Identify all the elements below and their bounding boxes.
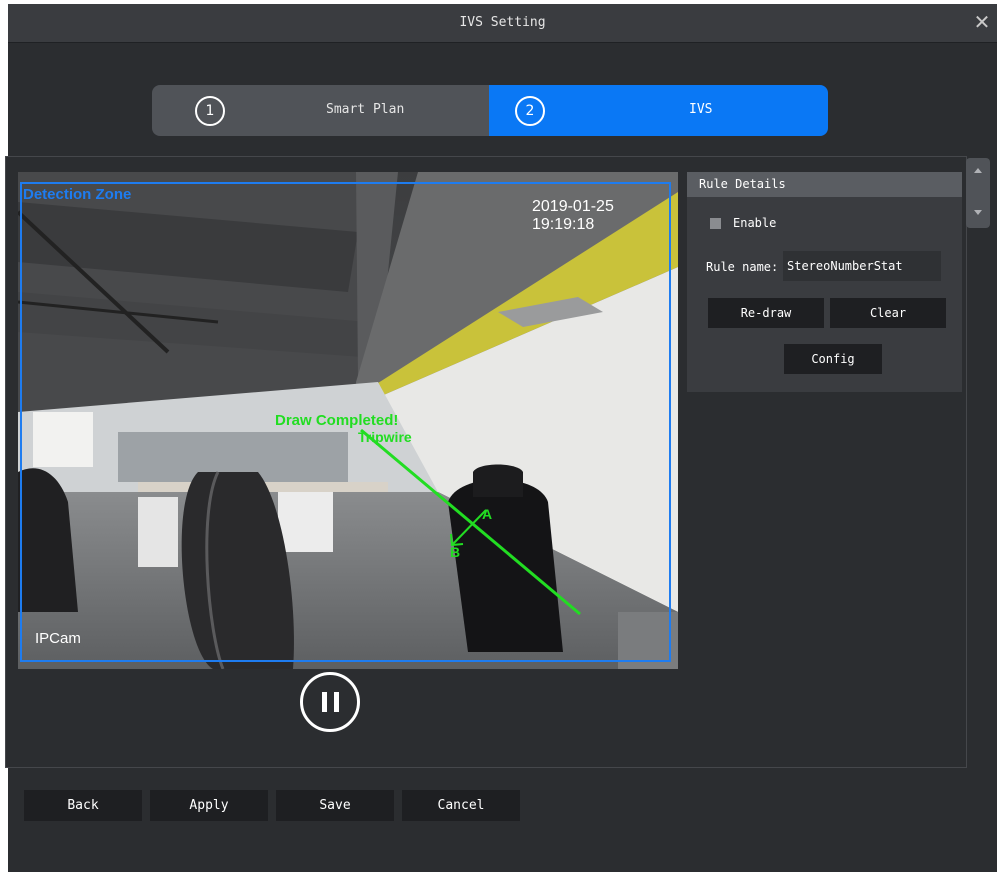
direction-arrow: [451, 509, 487, 546]
pause-icon: [322, 692, 327, 712]
scroll-down-icon[interactable]: [974, 210, 982, 215]
rule-name-label: Rule name:: [706, 260, 779, 274]
detection-zone-label: Detection Zone: [23, 186, 132, 203]
step-smart-plan[interactable]: 1 Smart Plan: [152, 85, 489, 136]
camera-name-label: IPCam: [35, 630, 81, 647]
title-bar: IVS Setting ✕: [8, 4, 997, 43]
clear-button[interactable]: Clear: [830, 298, 946, 328]
save-button[interactable]: Save: [276, 790, 394, 821]
step-label-smart-plan: Smart Plan: [326, 102, 405, 117]
step-number-2: 2: [515, 96, 545, 126]
rule-name-input[interactable]: StereoNumberStat: [783, 251, 941, 281]
rule-details-panel: Rule Details Enable Rule name: StereoNum…: [687, 172, 962, 392]
cancel-button[interactable]: Cancel: [402, 790, 520, 821]
scrollbar[interactable]: [966, 158, 990, 228]
step-ivs[interactable]: 2 IVS: [489, 85, 828, 136]
tripwire-line[interactable]: [360, 428, 581, 616]
dialog-title: IVS Setting: [459, 15, 546, 30]
tripwire-label: Tripwire: [358, 429, 412, 445]
video-preview[interactable]: Detection Zone 2019-01-25 19:19:18 Draw …: [18, 172, 678, 669]
rule-details-header: Rule Details: [687, 172, 962, 197]
step-label-ivs: IVS: [689, 102, 713, 117]
draw-status-label: Draw Completed!: [275, 412, 399, 429]
apply-button[interactable]: Apply: [150, 790, 268, 821]
step-number-1: 1: [195, 96, 225, 126]
pause-button[interactable]: [300, 672, 360, 732]
config-button[interactable]: Config: [784, 344, 882, 374]
step-indicator: 1 Smart Plan 2 IVS: [152, 85, 828, 136]
tripwire-point-a: A: [482, 506, 493, 522]
tripwire-point-b: B: [450, 544, 461, 560]
enable-checkbox[interactable]: [710, 218, 721, 229]
video-timestamp: 2019-01-25 19:19:18: [532, 198, 614, 233]
back-button[interactable]: Back: [24, 790, 142, 821]
enable-label: Enable: [733, 216, 777, 230]
close-icon[interactable]: ✕: [971, 10, 993, 34]
pause-icon-bar: [334, 692, 339, 712]
redraw-button[interactable]: Re-draw: [708, 298, 824, 328]
scroll-up-icon[interactable]: [974, 168, 982, 173]
